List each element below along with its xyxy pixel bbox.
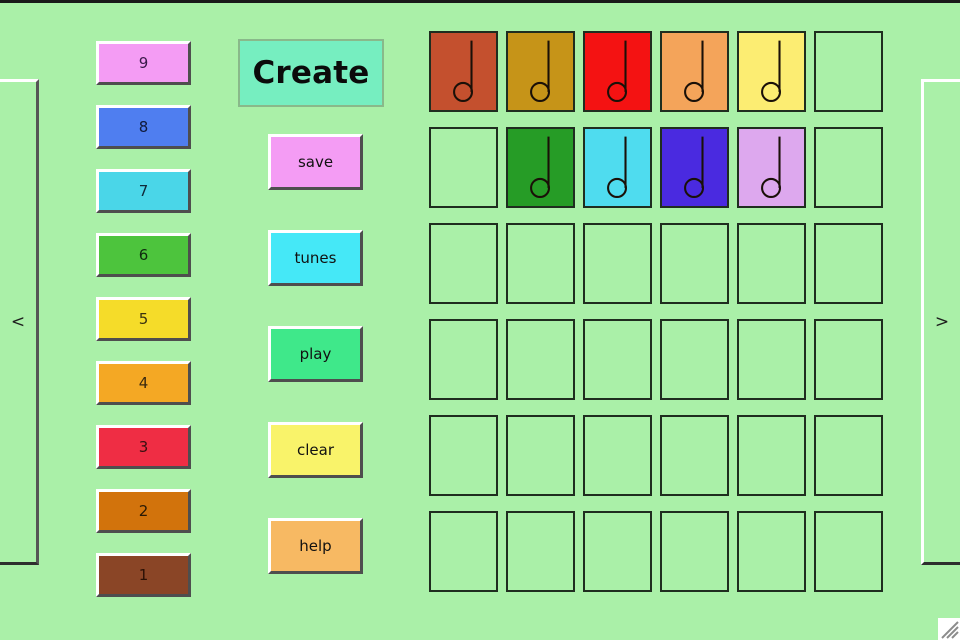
note-cell-empty[interactable] bbox=[583, 511, 652, 592]
note-cell-empty[interactable] bbox=[506, 415, 575, 496]
note-grid bbox=[429, 31, 883, 592]
number-button-7[interactable]: 7 bbox=[96, 169, 191, 213]
menu-button-label: play bbox=[299, 344, 332, 363]
note-cell-empty[interactable] bbox=[737, 511, 806, 592]
quarter-note-icon bbox=[761, 136, 782, 199]
note-cell-filled[interactable] bbox=[737, 127, 806, 208]
number-button-label: 8 bbox=[138, 117, 149, 136]
note-cell-empty[interactable] bbox=[814, 223, 883, 304]
note-cell-filled[interactable] bbox=[506, 31, 575, 112]
number-button-5[interactable]: 5 bbox=[96, 297, 191, 341]
menu-button-play[interactable]: play bbox=[268, 326, 363, 382]
menu-button-help[interactable]: help bbox=[268, 518, 363, 574]
note-cell-empty[interactable] bbox=[814, 127, 883, 208]
note-cell-empty[interactable] bbox=[814, 319, 883, 400]
quarter-note-icon bbox=[607, 40, 628, 103]
note-cell-filled[interactable] bbox=[737, 31, 806, 112]
note-cell-empty[interactable] bbox=[506, 223, 575, 304]
quarter-note-icon bbox=[684, 136, 705, 199]
number-button-label: 7 bbox=[138, 181, 149, 200]
note-cell-empty[interactable] bbox=[737, 415, 806, 496]
number-button-3[interactable]: 3 bbox=[96, 425, 191, 469]
chevron-left-icon: < bbox=[10, 312, 26, 332]
number-button-9[interactable]: 9 bbox=[96, 41, 191, 85]
note-cell-empty[interactable] bbox=[660, 415, 729, 496]
note-cell-filled[interactable] bbox=[583, 31, 652, 112]
menu-button-save[interactable]: save bbox=[268, 134, 363, 190]
number-button-label: 4 bbox=[138, 373, 149, 392]
note-cell-empty[interactable] bbox=[814, 31, 883, 112]
menu-button-label: help bbox=[299, 536, 332, 555]
create-label: Create bbox=[252, 55, 370, 91]
quarter-note-icon bbox=[453, 40, 474, 103]
quarter-note-icon bbox=[607, 136, 628, 199]
note-cell-empty[interactable] bbox=[506, 511, 575, 592]
note-cell-filled[interactable] bbox=[429, 31, 498, 112]
number-button-label: 2 bbox=[138, 501, 149, 520]
note-cell-empty[interactable] bbox=[814, 511, 883, 592]
menu-button-clear[interactable]: clear bbox=[268, 422, 363, 478]
note-cell-empty[interactable] bbox=[814, 415, 883, 496]
number-button-4[interactable]: 4 bbox=[96, 361, 191, 405]
note-cell-empty[interactable] bbox=[660, 511, 729, 592]
number-button-label: 3 bbox=[138, 437, 149, 456]
note-cell-empty[interactable] bbox=[429, 319, 498, 400]
note-cell-empty[interactable] bbox=[737, 319, 806, 400]
menu-button-label: save bbox=[297, 152, 334, 171]
note-cell-empty[interactable] bbox=[429, 223, 498, 304]
note-cell-empty[interactable] bbox=[660, 223, 729, 304]
note-cell-empty[interactable] bbox=[737, 223, 806, 304]
note-cell-empty[interactable] bbox=[583, 319, 652, 400]
menu-button-label: tunes bbox=[294, 248, 337, 267]
note-cell-empty[interactable] bbox=[583, 223, 652, 304]
quarter-note-icon bbox=[761, 40, 782, 103]
quarter-note-icon bbox=[530, 40, 551, 103]
note-cell-empty[interactable] bbox=[429, 127, 498, 208]
number-button-label: 6 bbox=[138, 245, 149, 264]
number-button-label: 1 bbox=[138, 565, 149, 584]
nav-next-button[interactable]: > bbox=[921, 79, 960, 565]
note-cell-filled[interactable] bbox=[660, 31, 729, 112]
note-cell-filled[interactable] bbox=[506, 127, 575, 208]
note-cell-empty[interactable] bbox=[583, 415, 652, 496]
quarter-note-icon bbox=[684, 40, 705, 103]
note-cell-empty[interactable] bbox=[429, 415, 498, 496]
chevron-right-icon: > bbox=[934, 312, 950, 332]
app-window: < > 9 8 7 6 5 4 3 2 1 Create save tunes play clear h… bbox=[0, 0, 960, 640]
create-title-button[interactable]: Create bbox=[238, 39, 384, 107]
menu-button-label: clear bbox=[296, 440, 334, 459]
resize-grip-icon[interactable] bbox=[938, 618, 960, 640]
nav-prev-button[interactable]: < bbox=[0, 79, 39, 565]
menu-button-tunes[interactable]: tunes bbox=[268, 230, 363, 286]
note-cell-empty[interactable] bbox=[506, 319, 575, 400]
number-button-6[interactable]: 6 bbox=[96, 233, 191, 277]
number-button-8[interactable]: 8 bbox=[96, 105, 191, 149]
quarter-note-icon bbox=[530, 136, 551, 199]
note-cell-filled[interactable] bbox=[660, 127, 729, 208]
note-cell-empty[interactable] bbox=[429, 511, 498, 592]
number-button-1[interactable]: 1 bbox=[96, 553, 191, 597]
number-button-label: 5 bbox=[138, 309, 149, 328]
number-button-2[interactable]: 2 bbox=[96, 489, 191, 533]
number-button-label: 9 bbox=[138, 53, 149, 72]
note-cell-filled[interactable] bbox=[583, 127, 652, 208]
note-cell-empty[interactable] bbox=[660, 319, 729, 400]
